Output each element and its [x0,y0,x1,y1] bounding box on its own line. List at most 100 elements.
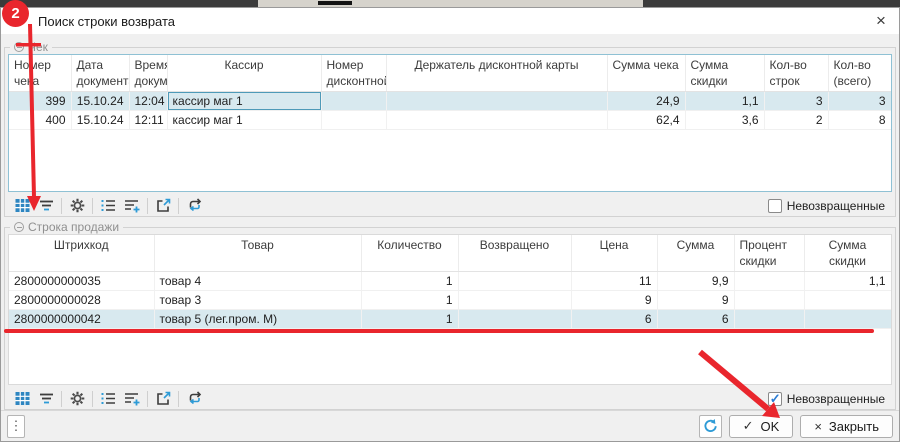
sale-row-3-selected[interactable]: 2800000000042 товар 5 (лег.пром. М) 1 6 … [9,310,891,329]
cell-document-time[interactable]: 12:11 [129,111,167,130]
cell-line-count-total[interactable]: 3 [828,92,891,111]
add-to-list-button[interactable] [120,388,144,410]
col-quantity[interactable]: Количество [361,235,458,272]
cell-line-count[interactable]: 3 [764,92,828,111]
cell-line-count-total[interactable]: 8 [828,111,891,130]
cell-document-time[interactable]: 12:04 [129,92,167,111]
close-button[interactable]: × Закрыть [800,415,893,438]
collapse-icon[interactable] [14,222,24,232]
cell-discount-card-holder[interactable] [386,111,607,130]
col-discount-total[interactable]: Сумма скидки [685,55,764,92]
unreturned-checkbox-row-sale[interactable]: Невозвращенные [768,392,885,406]
repeat-button[interactable] [182,195,206,217]
cell-price[interactable]: 9 [571,291,657,310]
cell-cashier-focused[interactable]: кассир маг 1 [167,92,321,111]
cell-receipt-total[interactable]: 62,4 [607,111,685,130]
dialog-title: Поиск строки возврата [38,14,175,29]
settings-button[interactable] [65,388,89,410]
cell-quantity[interactable]: 1 [361,291,458,310]
grid-view-button[interactable] [10,388,34,410]
cell-discount-sum[interactable]: 1,1 [804,272,891,291]
col-line-count[interactable]: Кол-во строк [764,55,828,92]
cell-discount-percent[interactable] [734,291,804,310]
repeat-button[interactable] [182,388,206,410]
receipt-row-399[interactable]: 399 15.10.24 12:04 кассир маг 1 24,9 1,1… [9,92,891,111]
cell-quantity[interactable]: 1 [361,272,458,291]
col-document-time[interactable]: Время докуме [129,55,167,92]
window-close-button[interactable]: × [870,10,892,32]
cell-discount-sum[interactable] [804,310,891,329]
cell-price[interactable]: 6 [571,310,657,329]
numbered-list-icon [100,197,117,214]
open-in-window-button[interactable] [151,195,175,217]
settings-button[interactable] [65,195,89,217]
cell-returned[interactable] [458,291,571,310]
cell-discount-total[interactable]: 1,1 [685,92,764,111]
grid-view-button[interactable] [10,195,34,217]
grid-icon [14,390,31,407]
filter-button[interactable] [34,388,58,410]
add-to-list-icon [124,197,141,214]
unreturned-checkbox[interactable] [768,392,782,406]
refresh-button[interactable] [699,415,722,438]
numbered-list-button[interactable] [96,195,120,217]
cell-product[interactable]: товар 4 [154,272,361,291]
cell-discount-total[interactable]: 3,6 [685,111,764,130]
cell-sum[interactable]: 9 [657,291,734,310]
col-returned[interactable]: Возвращено [458,235,571,272]
cell-barcode[interactable]: 2800000000035 [9,272,154,291]
col-price[interactable]: Цена [571,235,657,272]
cell-discount-sum[interactable] [804,291,891,310]
cell-returned[interactable] [458,272,571,291]
cell-discount-percent[interactable] [734,272,804,291]
cell-discount-percent[interactable] [734,310,804,329]
add-to-list-button[interactable] [120,195,144,217]
col-line-count-total[interactable]: Кол-во (всего) [828,55,891,92]
col-document-date[interactable]: Дата документа [71,55,129,92]
cell-document-date[interactable]: 15.10.24 [71,92,129,111]
unreturned-checkbox-label[interactable]: Невозвращенные [787,392,885,406]
cell-price[interactable]: 11 [571,272,657,291]
col-cashier[interactable]: Кассир [167,55,321,92]
col-discount-card-number[interactable]: Номер дисконтной [321,55,386,92]
cell-barcode[interactable]: 2800000000028 [9,291,154,310]
cell-receipt-number[interactable]: 400 [9,111,71,130]
col-product[interactable]: Товар [154,235,361,272]
more-button[interactable]: ⋮ [7,415,25,438]
sale-line-group: Строка продажи Штрихкод Товар Количество… [4,227,896,410]
col-sum[interactable]: Сумма [657,235,734,272]
cell-discount-card-number[interactable] [321,111,386,130]
cell-quantity[interactable]: 1 [361,310,458,329]
col-receipt-total[interactable]: Сумма чека [607,55,685,92]
cell-discount-card-holder[interactable] [386,92,607,111]
cell-discount-card-number[interactable] [321,92,386,111]
receipt-row-400[interactable]: 400 15.10.24 12:11 кассир маг 1 62,4 3,6… [9,111,891,130]
cell-receipt-number[interactable]: 399 [9,92,71,111]
open-in-window-button[interactable] [151,388,175,410]
collapse-icon[interactable] [14,42,24,52]
numbered-list-button[interactable] [96,388,120,410]
cell-sum[interactable]: 6 [657,310,734,329]
ok-button[interactable]: ✓ OK [729,415,794,438]
unreturned-checkbox-row-receipt[interactable]: Невозвращенные [768,199,885,213]
unreturned-checkbox[interactable] [768,199,782,213]
col-discount-percent[interactable]: Процент скидки [734,235,804,272]
cell-cashier[interactable]: кассир маг 1 [167,111,321,130]
cell-line-count[interactable]: 2 [764,111,828,130]
cell-barcode[interactable]: 2800000000042 [9,310,154,329]
cell-product[interactable]: товар 3 [154,291,361,310]
cell-returned[interactable] [458,310,571,329]
toolbar-separator [147,198,148,214]
unreturned-checkbox-label[interactable]: Невозвращенные [787,199,885,213]
cell-document-date[interactable]: 15.10.24 [71,111,129,130]
cell-receipt-total[interactable]: 24,9 [607,92,685,111]
col-discount-sum[interactable]: Сумма скидки [804,235,891,272]
sale-row-1[interactable]: 2800000000035 товар 4 1 11 9,9 1,1 [9,272,891,291]
col-receipt-number[interactable]: Номер чека [9,55,71,92]
filter-button[interactable] [34,195,58,217]
col-discount-card-holder[interactable]: Держатель дисконтной карты [386,55,607,92]
cell-product[interactable]: товар 5 (лег.пром. М) [154,310,361,329]
cell-sum[interactable]: 9,9 [657,272,734,291]
sale-row-2[interactable]: 2800000000028 товар 3 1 9 9 [9,291,891,310]
col-barcode[interactable]: Штрихкод [9,235,154,272]
